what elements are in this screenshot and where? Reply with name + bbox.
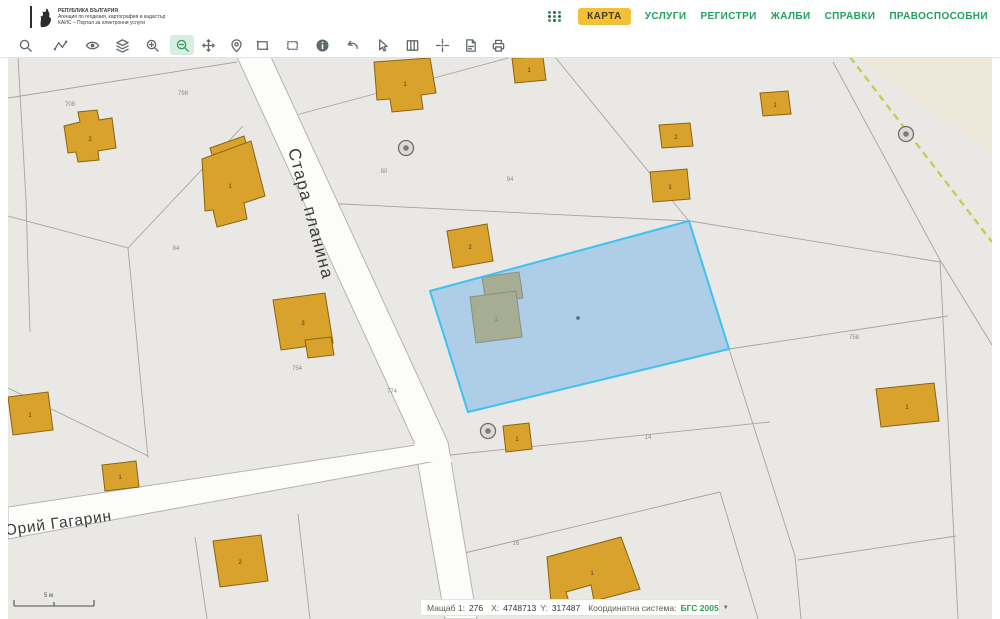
parcel-number: 708 — [65, 102, 76, 108]
y-label: Y: — [540, 603, 548, 613]
tool-undo-button[interactable] — [340, 35, 364, 55]
map-toolbar — [0, 33, 1000, 58]
building[interactable]: 1 — [650, 169, 690, 202]
tool-visibility-button[interactable] — [80, 35, 104, 55]
selected-parcel-centroid — [576, 316, 580, 320]
scale-bar-label: 5 м — [44, 593, 53, 599]
tool-layers-button[interactable] — [110, 35, 134, 55]
crs-value[interactable]: БГС 2005 — [680, 603, 718, 613]
app-header: РЕПУБЛИКА БЪЛГАРИЯ Агенция по геодезия, … — [0, 0, 1000, 34]
brand-line3: КАИС – Портал за електронни услуги — [58, 20, 165, 26]
building[interactable]: 1 — [512, 57, 546, 83]
tool-locate-button[interactable] — [224, 35, 248, 55]
tool-select-rectangle-button[interactable] — [250, 35, 274, 55]
map-canvas[interactable]: 1 1 1 2 1 2 1 3 — [8, 57, 992, 619]
building[interactable]: 1 — [760, 91, 791, 116]
nav-item-karta[interactable]: КАРТА — [578, 8, 631, 25]
tool-zoom-in-button[interactable] — [140, 35, 164, 55]
select-area-dashed-icon — [285, 38, 300, 53]
tool-zoom-out-button[interactable] — [170, 35, 194, 55]
tool-report-button[interactable] — [458, 35, 482, 55]
status-bar: Мащаб 1: 276 X: 4748713 Y: 317487 Коорди… — [420, 599, 720, 616]
tool-pointer-button[interactable] — [370, 35, 394, 55]
parcel-number: 774 — [387, 389, 398, 395]
x-label: X: — [491, 603, 499, 613]
location-pin-icon — [229, 38, 244, 53]
info-icon — [315, 38, 330, 53]
zoom-out-icon — [175, 38, 190, 53]
layers-icon — [115, 38, 130, 53]
parcel-number: 754 — [292, 366, 303, 372]
building[interactable]: 2 — [659, 123, 693, 148]
document-icon — [463, 38, 478, 53]
survey-point-marker — [399, 141, 414, 156]
scale-value[interactable]: 276 — [469, 603, 483, 613]
eye-icon — [85, 38, 100, 53]
parcel-number: 94 — [507, 177, 514, 183]
undo-arrow-icon — [345, 38, 360, 53]
main-nav: КАРТА УСЛУГИ РЕГИСТРИ ЖАЛБИ СПРАВКИ ПРАВ… — [548, 8, 1000, 25]
tool-measure-button[interactable] — [48, 35, 72, 55]
building[interactable]: 2 — [447, 224, 493, 268]
printer-icon — [491, 38, 506, 53]
parcel-number: 758 — [849, 335, 860, 341]
cursor-arrow-icon — [375, 38, 390, 53]
tool-table-button[interactable] — [400, 35, 424, 55]
tool-select-polygon-button[interactable] — [280, 35, 304, 55]
crosshair-icon — [435, 38, 450, 53]
survey-point-marker — [899, 127, 914, 142]
x-coordinate: 4748713 — [503, 603, 536, 613]
select-rectangle-icon — [255, 38, 270, 53]
apps-grid-icon[interactable] — [548, 11, 562, 22]
building[interactable]: 1 — [102, 461, 139, 491]
brand-logo: РЕПУБЛИКА БЪЛГАРИЯ Агенция по геодезия, … — [0, 6, 165, 28]
tool-print-button[interactable] — [486, 35, 510, 55]
tool-center-button[interactable] — [430, 35, 454, 55]
parcel-number: 14 — [645, 435, 652, 441]
building[interactable]: 1 — [876, 383, 939, 427]
parcel-number: 16 — [513, 541, 520, 547]
road-junction — [414, 444, 452, 462]
pan-arrows-icon — [201, 38, 216, 53]
tool-info-button[interactable] — [310, 35, 334, 55]
crs-dropdown-caret-icon[interactable]: ▼ — [723, 605, 729, 611]
y-coordinate: 317487 — [552, 603, 580, 613]
building[interactable]: 2 — [213, 535, 268, 587]
nav-item-zhalbi[interactable]: ЖАЛБИ — [771, 11, 811, 22]
scale-label: Мащаб 1: — [427, 603, 465, 613]
nav-item-registri[interactable]: РЕГИСТРИ — [700, 11, 756, 22]
tool-search-button[interactable] — [13, 35, 37, 55]
coat-of-arms-lion-icon — [37, 6, 53, 28]
survey-point-marker — [481, 424, 496, 439]
nav-item-uslugi[interactable]: УСЛУГИ — [645, 11, 687, 22]
table-columns-icon — [405, 38, 420, 53]
nav-item-spravki[interactable]: СПРАВКИ — [825, 11, 876, 22]
brand-text: РЕПУБЛИКА БЪЛГАРИЯ Агенция по геодезия, … — [58, 8, 165, 26]
brand-divider — [30, 6, 32, 28]
search-icon — [18, 38, 33, 53]
crs-label: Координатна система: — [588, 603, 676, 613]
parcel-number: 80 — [381, 169, 388, 175]
building[interactable]: 1 — [503, 423, 532, 452]
parcel-number: 798 — [178, 91, 189, 97]
building[interactable]: 1 — [8, 392, 53, 435]
tool-pan-button[interactable] — [196, 35, 220, 55]
nav-item-pravosposobni[interactable]: ПРАВОСПОСОБНИ — [889, 11, 988, 22]
measure-path-icon — [53, 38, 68, 53]
zoom-in-icon — [145, 38, 160, 53]
parcel-number: 84 — [173, 246, 180, 252]
